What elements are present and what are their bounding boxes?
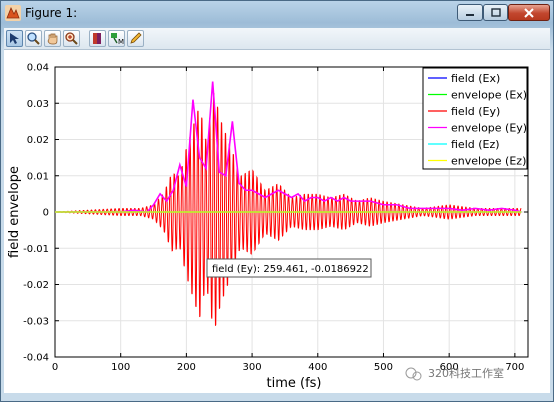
window-title: Figure 1: bbox=[25, 6, 78, 20]
x-tick-label: 500 bbox=[374, 362, 393, 373]
colorbar-icon bbox=[93, 33, 101, 44]
watermark: 320科技工作室 bbox=[405, 366, 504, 381]
watermark-text: 320科技工作室 bbox=[428, 366, 504, 380]
data-cursor-button[interactable]: M bbox=[108, 30, 125, 47]
zoom-in-tool-button[interactable] bbox=[63, 30, 80, 47]
y-tick-label: 0.04 bbox=[27, 63, 49, 74]
y-tick-label: -0.03 bbox=[23, 316, 49, 327]
figure-window: Figure 1: M 0 100 200 300 400 500 600 70… bbox=[0, 0, 554, 402]
legend-entry: envelope (Ey) bbox=[451, 122, 527, 135]
minimize-button[interactable] bbox=[457, 4, 483, 21]
y-tick-label: 0.02 bbox=[27, 135, 49, 146]
x-tick-label: 700 bbox=[505, 362, 524, 373]
legend-entry: envelope (Ex) bbox=[451, 89, 527, 102]
x-tick-label: 0 bbox=[52, 362, 58, 373]
arrow-pointer-icon bbox=[10, 33, 19, 44]
legend-entry: field (Ex) bbox=[451, 72, 500, 85]
x-tick-label: 200 bbox=[177, 362, 196, 373]
y-tick-label: 0 bbox=[43, 208, 49, 219]
title-bar[interactable]: Figure 1: bbox=[1, 1, 553, 27]
maximize-icon bbox=[490, 7, 501, 17]
x-tick-label: 400 bbox=[308, 362, 327, 373]
maximize-button[interactable] bbox=[483, 4, 508, 21]
minimize-icon bbox=[466, 13, 474, 16]
data-cursor-icon: M bbox=[111, 33, 124, 46]
x-tick-label: 100 bbox=[111, 362, 130, 373]
plot-area[interactable]: 0 100 200 300 400 500 600 700-0.04-0.03-0.02-0.… bbox=[4, 50, 550, 393]
y-tick-label: -0.01 bbox=[23, 244, 49, 255]
magnifier-plus-icon bbox=[65, 32, 78, 45]
data-tip[interactable]: field (Ey): 259.461, -0.0186922 bbox=[206, 258, 372, 278]
data-tip-text: field (Ey): 259.461, -0.0186922 bbox=[212, 264, 369, 275]
hand-icon bbox=[47, 33, 58, 45]
pan-tool-button[interactable] bbox=[44, 30, 61, 47]
pencil-icon bbox=[130, 32, 142, 44]
y-tick-label: -0.02 bbox=[23, 280, 49, 291]
y-tick-label: -0.04 bbox=[23, 353, 49, 364]
legend-entry: field (Ey) bbox=[451, 105, 500, 118]
insert-colorbar-button[interactable] bbox=[89, 30, 106, 47]
matlab-logo-icon bbox=[5, 5, 21, 21]
select-tool-button[interactable] bbox=[6, 30, 23, 47]
x-axis-label: time (fs) bbox=[267, 376, 322, 391]
figure-toolbar: M bbox=[4, 28, 550, 50]
magnifier-icon bbox=[27, 32, 40, 45]
legend-entry: field (Ez) bbox=[451, 138, 500, 151]
figure-canvas: 0 100 200 300 400 500 600 700 -0.04 -0.03 -0.02 -0.… bbox=[4, 50, 550, 393]
svg-text:M: M bbox=[118, 38, 124, 46]
close-button[interactable] bbox=[508, 4, 550, 21]
legend[interactable]: field (Ex) envelope (Ex) field (Ey) envelop… bbox=[422, 67, 528, 170]
y-axis-label: field envelope bbox=[7, 166, 22, 258]
y-tick-label: 0.03 bbox=[27, 99, 49, 110]
edit-plot-button[interactable] bbox=[127, 30, 144, 47]
legend-entry: envelope (Ez) bbox=[451, 155, 526, 168]
y-tick-label: 0.01 bbox=[27, 171, 49, 182]
close-icon bbox=[524, 7, 534, 18]
x-tick-label: 300 bbox=[243, 362, 262, 373]
zoom-tool-button[interactable] bbox=[25, 30, 42, 47]
